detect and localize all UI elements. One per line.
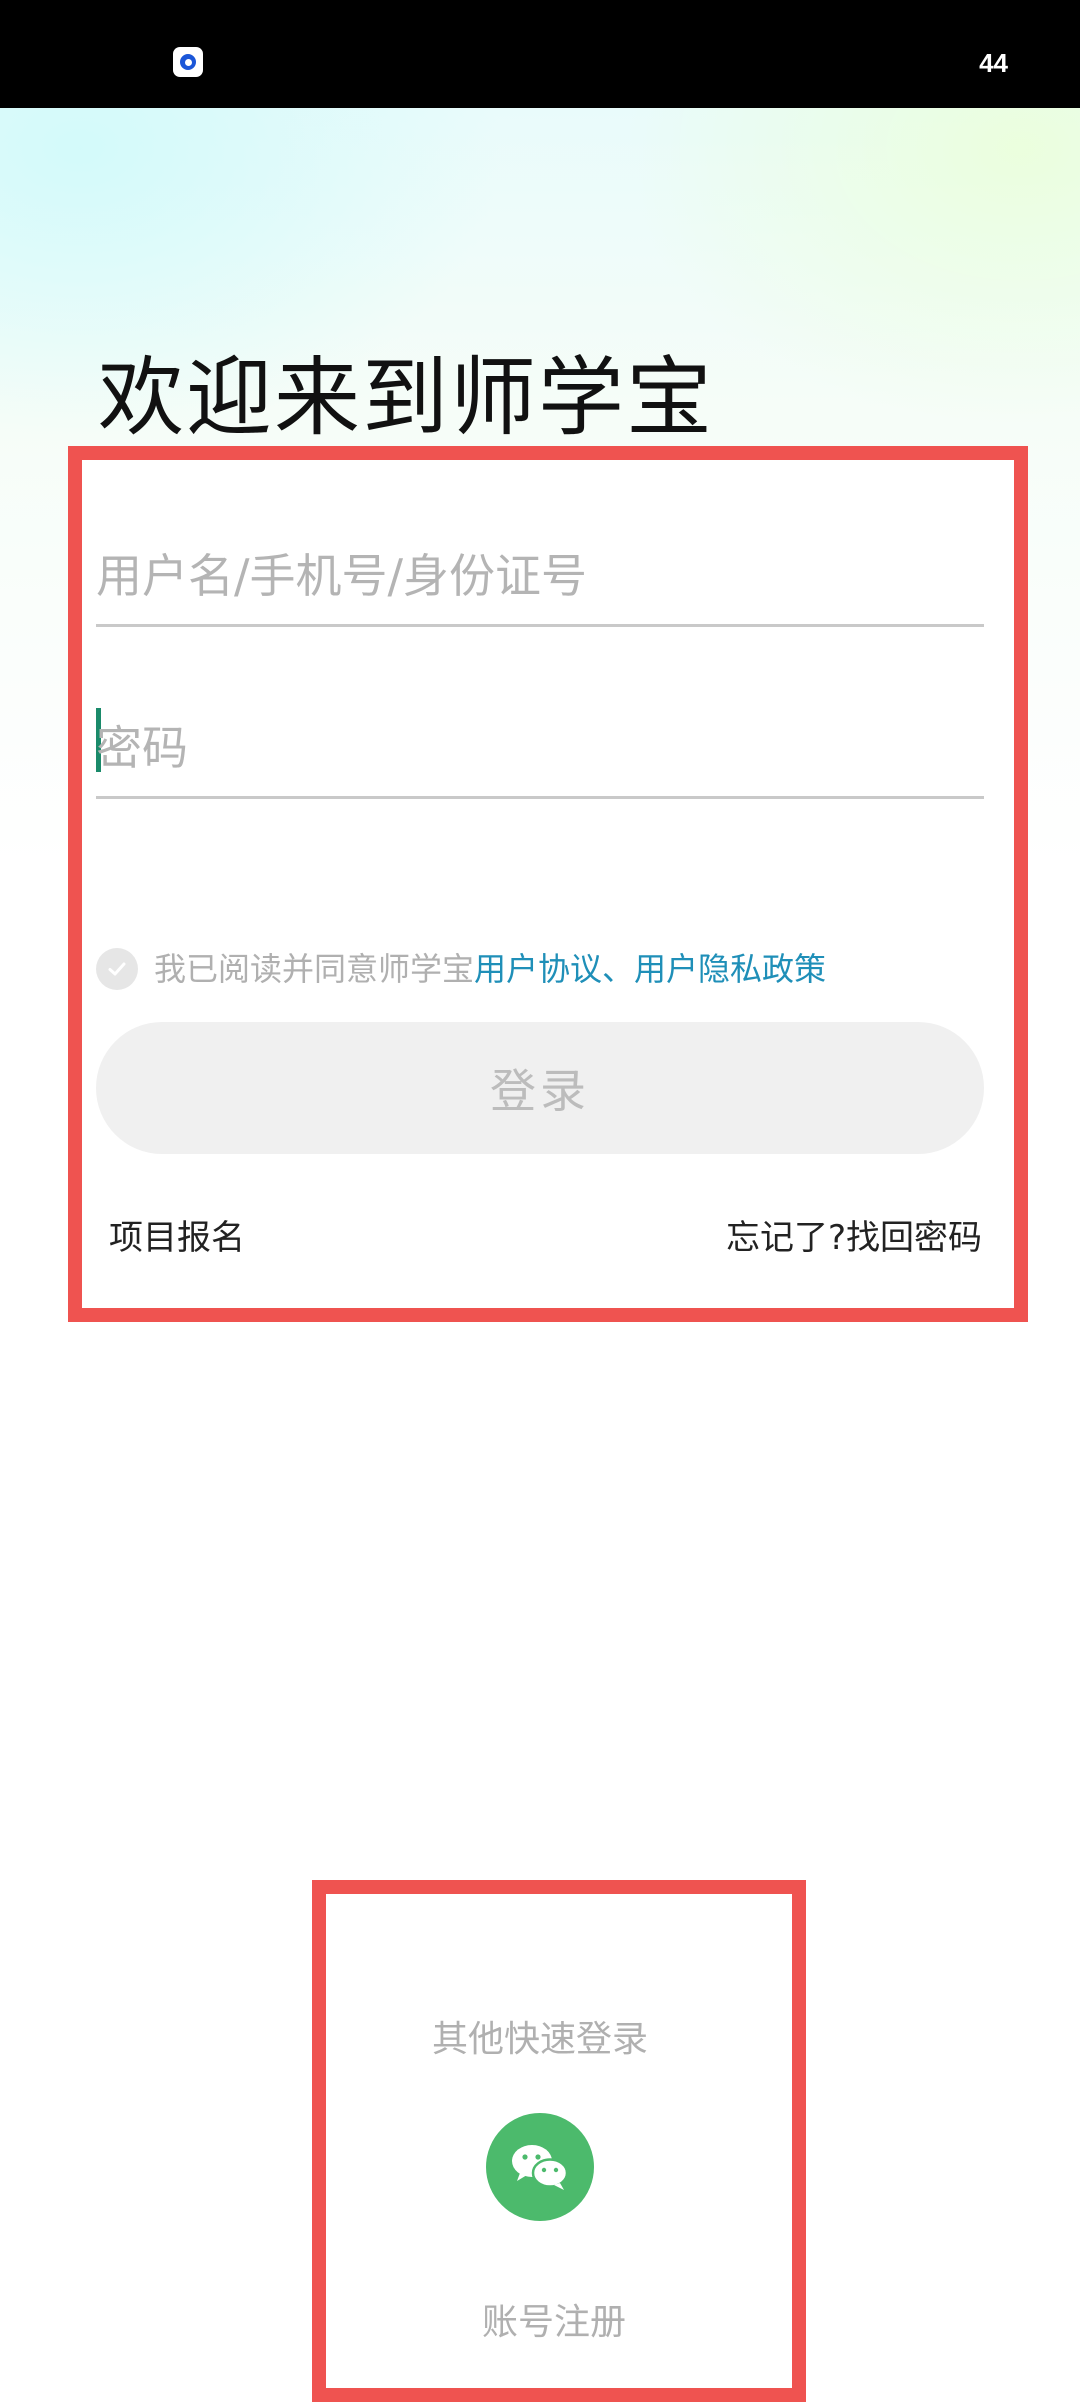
username-input[interactable]: 用户名/手机号/身份证号 bbox=[96, 544, 984, 627]
password-placeholder: 密码 bbox=[96, 721, 188, 775]
agreement-row: 我已阅读并同意师学宝用户协议、用户隐私政策 bbox=[96, 947, 826, 991]
battery-level: 44 bbox=[979, 48, 1008, 78]
project-signup-link[interactable]: 项目报名 bbox=[109, 1216, 245, 1260]
forgot-password-link[interactable]: 忘记了?找回密码 bbox=[726, 1216, 982, 1260]
quick-login-title: 其他快速登录 bbox=[431, 2019, 648, 2060]
agreement-policy-link[interactable]: 用户协议、用户隐私政策 bbox=[474, 950, 826, 988]
wechat-icon bbox=[512, 2145, 569, 2190]
page-title: 欢迎来到师学宝 bbox=[98, 348, 714, 448]
agreement-text: 我已阅读并同意师学宝 bbox=[154, 950, 475, 988]
app-notification-icon bbox=[173, 47, 203, 77]
status-bar: 44 bbox=[0, 0, 1080, 108]
check-icon bbox=[108, 962, 126, 976]
login-button[interactable]: 登录 bbox=[96, 1022, 984, 1154]
register-link[interactable]: 账号注册 bbox=[0, 2299, 1080, 2347]
username-placeholder: 用户名/手机号/身份证号 bbox=[96, 549, 587, 603]
wechat-login-button[interactable] bbox=[486, 2113, 594, 2221]
password-input[interactable]: 密码 bbox=[96, 708, 984, 799]
agreement-checkbox[interactable] bbox=[96, 948, 138, 990]
